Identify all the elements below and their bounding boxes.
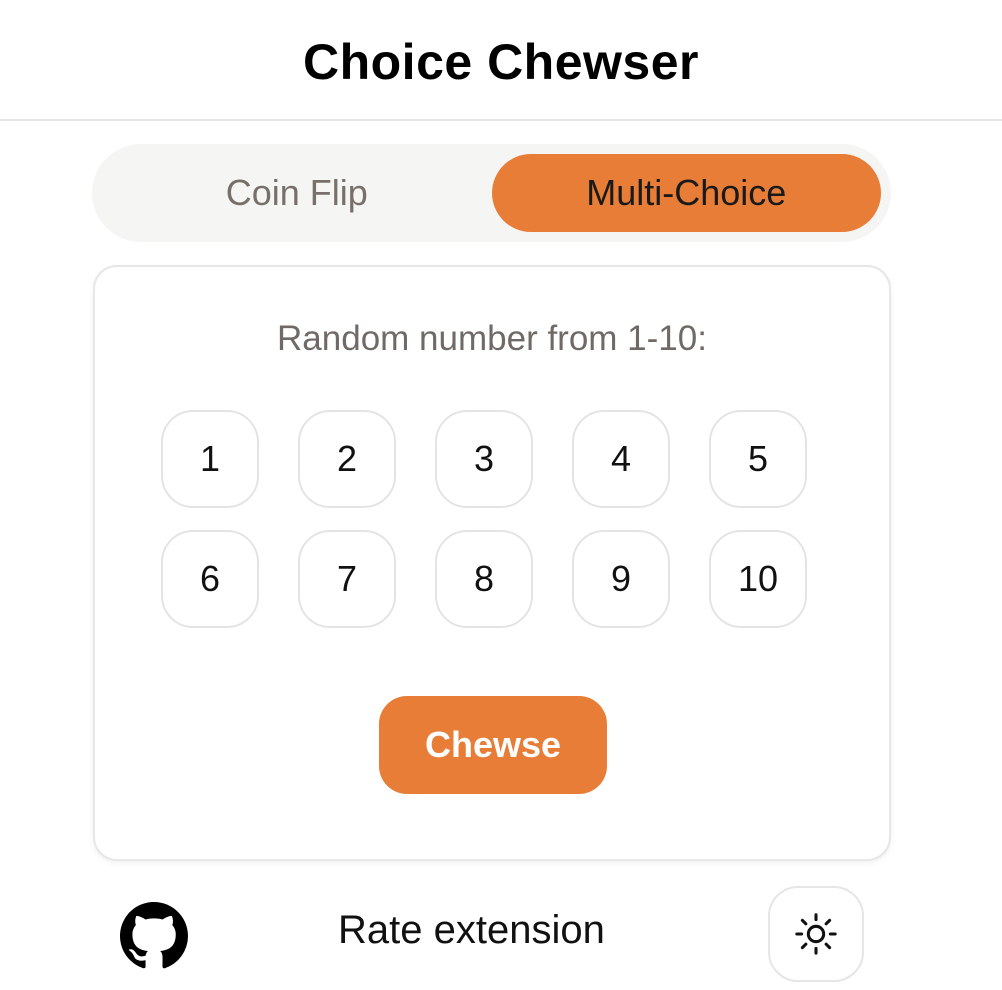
- number-button-9[interactable]: 9: [572, 530, 670, 628]
- number-button-3[interactable]: 3: [435, 410, 533, 508]
- rate-extension-link[interactable]: Rate extension: [338, 908, 605, 953]
- github-icon[interactable]: [120, 902, 188, 970]
- chewse-button[interactable]: Chewse: [379, 696, 607, 794]
- header: Choice Chewser: [0, 0, 1002, 121]
- number-button-6[interactable]: 6: [161, 530, 259, 628]
- number-grid: 1 2 3 4 5 6 7 8 9 10: [161, 410, 807, 628]
- sun-icon: [795, 913, 837, 955]
- number-button-2[interactable]: 2: [298, 410, 396, 508]
- number-button-10[interactable]: 10: [709, 530, 807, 628]
- number-button-5[interactable]: 5: [709, 410, 807, 508]
- mode-tabs: Coin Flip Multi-Choice: [92, 144, 891, 242]
- tab-multi-choice[interactable]: Multi-Choice: [491, 154, 881, 232]
- multi-choice-card: Random number from 1-10: 1 2 3 4 5 6 7 8…: [93, 265, 891, 861]
- page-title: Choice Chewser: [302, 33, 699, 90]
- number-button-4[interactable]: 4: [572, 410, 670, 508]
- prompt-text: Random number from 1-10:: [277, 319, 707, 358]
- github-icon-svg: [120, 902, 188, 969]
- number-button-1[interactable]: 1: [161, 410, 259, 508]
- number-button-7[interactable]: 7: [298, 530, 396, 628]
- number-button-8[interactable]: 8: [435, 530, 533, 628]
- tab-coin-flip[interactable]: Coin Flip: [102, 154, 492, 232]
- theme-toggle-button[interactable]: [768, 886, 864, 982]
- app-root: Choice Chewser Coin Flip Multi-Choice Ra…: [0, 0, 1002, 990]
